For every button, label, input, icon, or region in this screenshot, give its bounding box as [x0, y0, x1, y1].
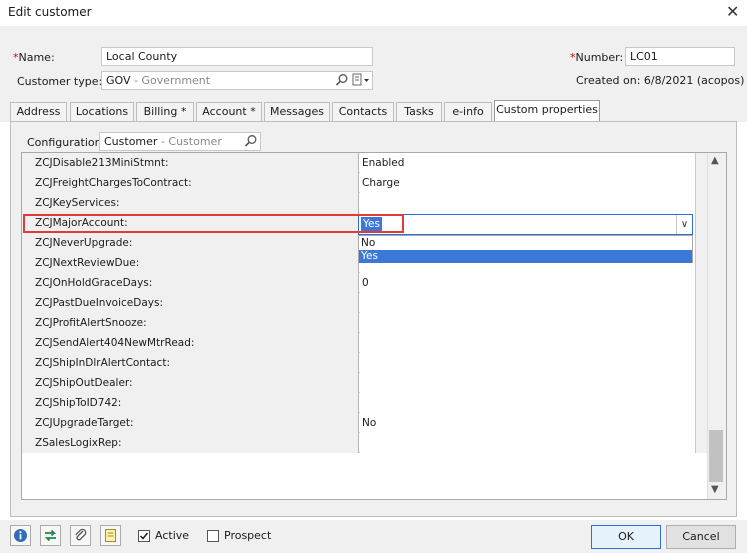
property-grid: ZCJDisable213MiniStmnt: Enabled ZCJFreig…: [21, 152, 727, 500]
property-name: ZCJKeyServices:: [22, 193, 359, 213]
customer-type-desc: - Government: [134, 74, 211, 87]
configuration-label: Configuration:: [27, 136, 106, 149]
configuration-field[interactable]: Customer - Customer: [99, 132, 261, 151]
refresh-icon[interactable]: [40, 525, 61, 546]
dropdown-list: No Yes: [358, 235, 693, 263]
created-on-text: Created on: 6/8/2021 (acopos): [576, 74, 745, 87]
attach-icon[interactable]: [70, 525, 91, 546]
tab-locations[interactable]: Locations: [70, 102, 134, 122]
dropdown-arrow-icon[interactable]: ∨: [676, 215, 692, 234]
property-name: ZCJNeverUpgrade:: [22, 233, 359, 253]
configuration-desc: - Customer: [160, 135, 222, 148]
name-label: *Name:: [13, 51, 55, 64]
active-checkbox[interactable]: [138, 530, 150, 542]
property-name: ZCJShipInDlrAlertContact:: [22, 353, 359, 373]
tab-strip: Address Locations Billing * Account * Me…: [0, 100, 747, 122]
property-name: ZCJOnHoldGraceDays:: [22, 273, 359, 293]
dropdown-selected-value: Yes: [361, 217, 382, 231]
property-value[interactable]: 0: [360, 273, 695, 293]
cancel-button[interactable]: Cancel: [666, 525, 736, 549]
scrollbar-thumb[interactable]: [709, 430, 723, 482]
property-row: ZSalesLogixRep:: [22, 433, 708, 453]
number-label: *Number:: [570, 51, 624, 64]
chevron-up-icon[interactable]: ▲: [711, 155, 719, 166]
property-value[interactable]: [360, 193, 695, 213]
tab-e-info[interactable]: e-info: [444, 102, 492, 122]
property-value[interactable]: [360, 433, 695, 453]
property-row: ZCJProfitAlertSnooze:: [22, 313, 708, 333]
property-row: ZCJFreightChargesToContract: Charge: [22, 173, 708, 193]
name-field[interactable]: Local County: [101, 47, 373, 66]
tab-address[interactable]: Address: [10, 102, 67, 122]
configuration-code: Customer: [104, 135, 158, 148]
property-name: ZCJDisable213MiniStmnt:: [22, 153, 359, 173]
property-value[interactable]: [360, 373, 695, 393]
dropdown-option-yes[interactable]: Yes: [359, 250, 692, 263]
number-field[interactable]: LC01: [625, 47, 735, 66]
ok-button[interactable]: OK: [591, 525, 661, 549]
property-value[interactable]: No: [360, 413, 695, 433]
chevron-down-icon[interactable]: ▼: [711, 484, 719, 495]
configuration-search-icon[interactable]: [244, 134, 258, 148]
property-row: ZCJUpgradeTarget: No: [22, 413, 708, 433]
property-name: ZCJSendAlert404NewMtrRead:: [22, 333, 359, 353]
property-name: ZSalesLogixRep:: [22, 433, 359, 453]
tab-account[interactable]: Account *: [196, 102, 262, 122]
customer-type-field[interactable]: GOV - Government: [101, 71, 373, 90]
property-row: ZCJShipToID742:: [22, 393, 708, 413]
dropdown-picker-icon[interactable]: [352, 73, 372, 87]
property-value[interactable]: Enabled: [360, 153, 695, 173]
property-row: ZCJShipInDlrAlertContact:: [22, 353, 708, 373]
tab-messages[interactable]: Messages: [264, 102, 330, 122]
tab-custom-properties[interactable]: Custom properties: [494, 100, 600, 122]
property-value[interactable]: [360, 353, 695, 373]
window-title: Edit customer: [8, 5, 92, 19]
tab-tasks[interactable]: Tasks: [396, 102, 442, 122]
property-name: ZCJShipOutDealer:: [22, 373, 359, 393]
property-value[interactable]: [360, 333, 695, 353]
check-icon: [139, 532, 149, 540]
prospect-label: Prospect: [224, 529, 272, 542]
property-name: ZCJUpgradeTarget:: [22, 413, 359, 433]
title-bar: [0, 0, 747, 26]
notes-icon[interactable]: [100, 525, 121, 546]
property-row: ZCJOnHoldGraceDays: 0: [22, 273, 708, 293]
property-value[interactable]: [360, 393, 695, 413]
property-value[interactable]: [360, 293, 695, 313]
dropdown-option-no[interactable]: No: [359, 237, 692, 250]
tab-billing[interactable]: Billing *: [136, 102, 194, 122]
tab-contacts[interactable]: Contacts: [332, 102, 394, 122]
customer-type-code: GOV: [106, 74, 131, 87]
property-row: ZCJPastDueInvoiceDays:: [22, 293, 708, 313]
property-name: ZCJPastDueInvoiceDays:: [22, 293, 359, 313]
property-row: ZCJShipOutDealer:: [22, 373, 708, 393]
property-name: ZCJFreightChargesToContract:: [22, 173, 359, 193]
search-icon[interactable]: [335, 73, 349, 87]
property-name: ZCJShipToID742:: [22, 393, 359, 413]
info-icon[interactable]: [10, 525, 31, 546]
property-row: ZCJKeyServices:: [22, 193, 708, 213]
prospect-checkbox[interactable]: [207, 530, 219, 542]
property-name: ZCJProfitAlertSnooze:: [22, 313, 359, 333]
major-account-dropdown[interactable]: [358, 214, 693, 235]
property-name: ZCJNextReviewDue:: [22, 253, 359, 273]
close-icon[interactable]: ✕: [726, 2, 739, 21]
property-row: ZCJDisable213MiniStmnt: Enabled: [22, 153, 708, 173]
active-label: Active: [155, 529, 190, 542]
property-value[interactable]: Charge: [360, 173, 695, 193]
property-name: ZCJMajorAccount:: [22, 213, 359, 233]
property-row: ZCJSendAlert404NewMtrRead:: [22, 333, 708, 353]
property-value[interactable]: [360, 313, 695, 333]
customer-type-label: Customer type:: [17, 75, 103, 88]
